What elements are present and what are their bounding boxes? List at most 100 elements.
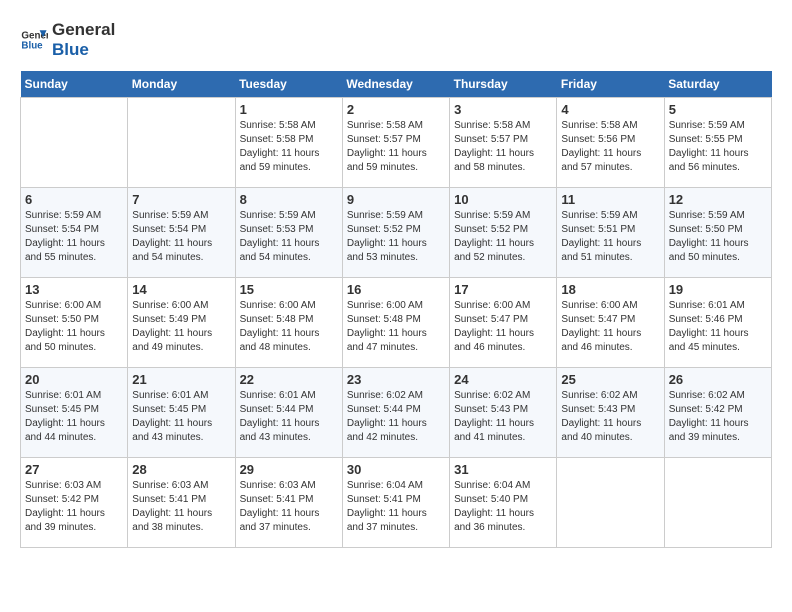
calendar-cell: 20 Sunrise: 6:01 AM Sunset: 5:45 PM Dayli… bbox=[21, 367, 128, 457]
svg-text:Blue: Blue bbox=[21, 41, 43, 52]
day-info: Sunrise: 6:03 AM Sunset: 5:41 PM Dayligh… bbox=[132, 479, 230, 535]
calendar-cell: 14 Sunrise: 6:00 AM Sunset: 5:49 PM Dayli… bbox=[128, 277, 235, 367]
weekday-header-saturday: Saturday bbox=[664, 71, 771, 98]
day-info: Sunrise: 6:03 AM Sunset: 5:41 PM Dayligh… bbox=[240, 479, 338, 535]
day-info: Sunrise: 5:58 AM Sunset: 5:56 PM Dayligh… bbox=[561, 119, 659, 175]
calendar-cell: 8 Sunrise: 5:59 AM Sunset: 5:53 PM Daylig… bbox=[235, 187, 342, 277]
logo-text-blue: Blue bbox=[52, 40, 115, 60]
week-row-5: 27 Sunrise: 6:03 AM Sunset: 5:42 PM Dayli… bbox=[21, 457, 772, 547]
weekday-header-wednesday: Wednesday bbox=[342, 71, 449, 98]
day-info: Sunrise: 6:00 AM Sunset: 5:47 PM Dayligh… bbox=[561, 299, 659, 355]
day-number: 25 bbox=[561, 372, 659, 387]
day-number: 19 bbox=[669, 282, 767, 297]
day-number: 2 bbox=[347, 102, 445, 117]
calendar-cell bbox=[664, 457, 771, 547]
day-number: 20 bbox=[25, 372, 123, 387]
calendar-cell: 7 Sunrise: 5:59 AM Sunset: 5:54 PM Daylig… bbox=[128, 187, 235, 277]
day-info: Sunrise: 5:59 AM Sunset: 5:55 PM Dayligh… bbox=[669, 119, 767, 175]
day-number: 3 bbox=[454, 102, 552, 117]
day-number: 14 bbox=[132, 282, 230, 297]
day-info: Sunrise: 6:04 AM Sunset: 5:41 PM Dayligh… bbox=[347, 479, 445, 535]
day-info: Sunrise: 5:59 AM Sunset: 5:50 PM Dayligh… bbox=[669, 209, 767, 265]
day-info: Sunrise: 6:02 AM Sunset: 5:42 PM Dayligh… bbox=[669, 389, 767, 445]
calendar-cell: 29 Sunrise: 6:03 AM Sunset: 5:41 PM Dayli… bbox=[235, 457, 342, 547]
week-row-2: 6Sunrise: 5:59 AM Sunset: 5:54 PM Daylig… bbox=[21, 187, 772, 277]
day-info: Sunrise: 6:01 AM Sunset: 5:45 PM Dayligh… bbox=[132, 389, 230, 445]
day-number: 18 bbox=[561, 282, 659, 297]
weekday-header-tuesday: Tuesday bbox=[235, 71, 342, 98]
day-number: 21 bbox=[132, 372, 230, 387]
day-info: Sunrise: 5:58 AM Sunset: 5:57 PM Dayligh… bbox=[347, 119, 445, 175]
calendar-cell: 5 Sunrise: 5:59 AM Sunset: 5:55 PM Daylig… bbox=[664, 97, 771, 187]
day-number: 12 bbox=[669, 192, 767, 207]
calendar-cell: 18 Sunrise: 6:00 AM Sunset: 5:47 PM Dayli… bbox=[557, 277, 664, 367]
day-number: 29 bbox=[240, 462, 338, 477]
calendar-cell: 27 Sunrise: 6:03 AM Sunset: 5:42 PM Dayli… bbox=[21, 457, 128, 547]
day-number: 30 bbox=[347, 462, 445, 477]
day-number: 23 bbox=[347, 372, 445, 387]
day-info: Sunrise: 5:58 AM Sunset: 5:58 PM Dayligh… bbox=[240, 119, 338, 175]
day-info: Sunrise: 6:04 AM Sunset: 5:40 PM Dayligh… bbox=[454, 479, 552, 535]
calendar-cell: 6Sunrise: 5:59 AM Sunset: 5:54 PM Daylig… bbox=[21, 187, 128, 277]
day-number: 8 bbox=[240, 192, 338, 207]
calendar-cell: 17Sunrise: 6:00 AM Sunset: 5:47 PM Dayli… bbox=[450, 277, 557, 367]
day-info: Sunrise: 6:00 AM Sunset: 5:48 PM Dayligh… bbox=[240, 299, 338, 355]
calendar-cell: 19 Sunrise: 6:01 AM Sunset: 5:46 PM Dayli… bbox=[664, 277, 771, 367]
header-row: SundayMondayTuesdayWednesdayThursdayFrid… bbox=[21, 71, 772, 98]
day-info: Sunrise: 6:02 AM Sunset: 5:43 PM Dayligh… bbox=[561, 389, 659, 445]
calendar-cell: 24 Sunrise: 6:02 AM Sunset: 5:43 PM Dayli… bbox=[450, 367, 557, 457]
day-info: Sunrise: 6:01 AM Sunset: 5:46 PM Dayligh… bbox=[669, 299, 767, 355]
calendar-cell: 2 Sunrise: 5:58 AM Sunset: 5:57 PM Daylig… bbox=[342, 97, 449, 187]
calendar-cell: 11 Sunrise: 5:59 AM Sunset: 5:51 PM Dayli… bbox=[557, 187, 664, 277]
day-info: Sunrise: 5:59 AM Sunset: 5:52 PM Dayligh… bbox=[454, 209, 552, 265]
calendar-table: SundayMondayTuesdayWednesdayThursdayFrid… bbox=[20, 71, 772, 548]
day-number: 28 bbox=[132, 462, 230, 477]
logo-text-general: General bbox=[52, 20, 115, 40]
day-info: Sunrise: 6:01 AM Sunset: 5:44 PM Dayligh… bbox=[240, 389, 338, 445]
day-number: 11 bbox=[561, 192, 659, 207]
day-number: 4 bbox=[561, 102, 659, 117]
calendar-cell: 4 Sunrise: 5:58 AM Sunset: 5:56 PM Daylig… bbox=[557, 97, 664, 187]
day-number: 7 bbox=[132, 192, 230, 207]
day-number: 17 bbox=[454, 282, 552, 297]
day-number: 5 bbox=[669, 102, 767, 117]
day-number: 16 bbox=[347, 282, 445, 297]
calendar-cell: 23 Sunrise: 6:02 AM Sunset: 5:44 PM Dayli… bbox=[342, 367, 449, 457]
calendar-cell bbox=[557, 457, 664, 547]
day-info: Sunrise: 5:59 AM Sunset: 5:53 PM Dayligh… bbox=[240, 209, 338, 265]
calendar-cell: 12 Sunrise: 5:59 AM Sunset: 5:50 PM Dayli… bbox=[664, 187, 771, 277]
day-info: Sunrise: 6:02 AM Sunset: 5:43 PM Dayligh… bbox=[454, 389, 552, 445]
page-header: General Blue General Blue bbox=[20, 20, 772, 61]
calendar-cell bbox=[21, 97, 128, 187]
day-info: Sunrise: 5:58 AM Sunset: 5:57 PM Dayligh… bbox=[454, 119, 552, 175]
calendar-cell: 21 Sunrise: 6:01 AM Sunset: 5:45 PM Dayli… bbox=[128, 367, 235, 457]
weekday-header-friday: Friday bbox=[557, 71, 664, 98]
day-number: 26 bbox=[669, 372, 767, 387]
week-row-4: 20 Sunrise: 6:01 AM Sunset: 5:45 PM Dayli… bbox=[21, 367, 772, 457]
day-number: 27 bbox=[25, 462, 123, 477]
day-number: 1 bbox=[240, 102, 338, 117]
week-row-1: 1 Sunrise: 5:58 AM Sunset: 5:58 PM Daylig… bbox=[21, 97, 772, 187]
day-number: 24 bbox=[454, 372, 552, 387]
calendar-cell: 22Sunrise: 6:01 AM Sunset: 5:44 PM Dayli… bbox=[235, 367, 342, 457]
day-info: Sunrise: 5:59 AM Sunset: 5:52 PM Dayligh… bbox=[347, 209, 445, 265]
calendar-cell: 13Sunrise: 6:00 AM Sunset: 5:50 PM Dayli… bbox=[21, 277, 128, 367]
day-info: Sunrise: 6:01 AM Sunset: 5:45 PM Dayligh… bbox=[25, 389, 123, 445]
calendar-cell: 28 Sunrise: 6:03 AM Sunset: 5:41 PM Dayli… bbox=[128, 457, 235, 547]
day-number: 15 bbox=[240, 282, 338, 297]
logo: General Blue General Blue bbox=[20, 20, 115, 61]
calendar-cell: 25 Sunrise: 6:02 AM Sunset: 5:43 PM Dayli… bbox=[557, 367, 664, 457]
calendar-cell: 9Sunrise: 5:59 AM Sunset: 5:52 PM Daylig… bbox=[342, 187, 449, 277]
weekday-header-sunday: Sunday bbox=[21, 71, 128, 98]
calendar-cell: 1 Sunrise: 5:58 AM Sunset: 5:58 PM Daylig… bbox=[235, 97, 342, 187]
day-info: Sunrise: 6:03 AM Sunset: 5:42 PM Dayligh… bbox=[25, 479, 123, 535]
calendar-cell: 26 Sunrise: 6:02 AM Sunset: 5:42 PM Dayli… bbox=[664, 367, 771, 457]
day-info: Sunrise: 5:59 AM Sunset: 5:54 PM Dayligh… bbox=[25, 209, 123, 265]
calendar-cell: 16Sunrise: 6:00 AM Sunset: 5:48 PM Dayli… bbox=[342, 277, 449, 367]
day-info: Sunrise: 6:02 AM Sunset: 5:44 PM Dayligh… bbox=[347, 389, 445, 445]
calendar-cell: 31Sunrise: 6:04 AM Sunset: 5:40 PM Dayli… bbox=[450, 457, 557, 547]
day-info: Sunrise: 5:59 AM Sunset: 5:51 PM Dayligh… bbox=[561, 209, 659, 265]
day-info: Sunrise: 5:59 AM Sunset: 5:54 PM Dayligh… bbox=[132, 209, 230, 265]
calendar-cell: 3 Sunrise: 5:58 AM Sunset: 5:57 PM Daylig… bbox=[450, 97, 557, 187]
day-info: Sunrise: 6:00 AM Sunset: 5:49 PM Dayligh… bbox=[132, 299, 230, 355]
